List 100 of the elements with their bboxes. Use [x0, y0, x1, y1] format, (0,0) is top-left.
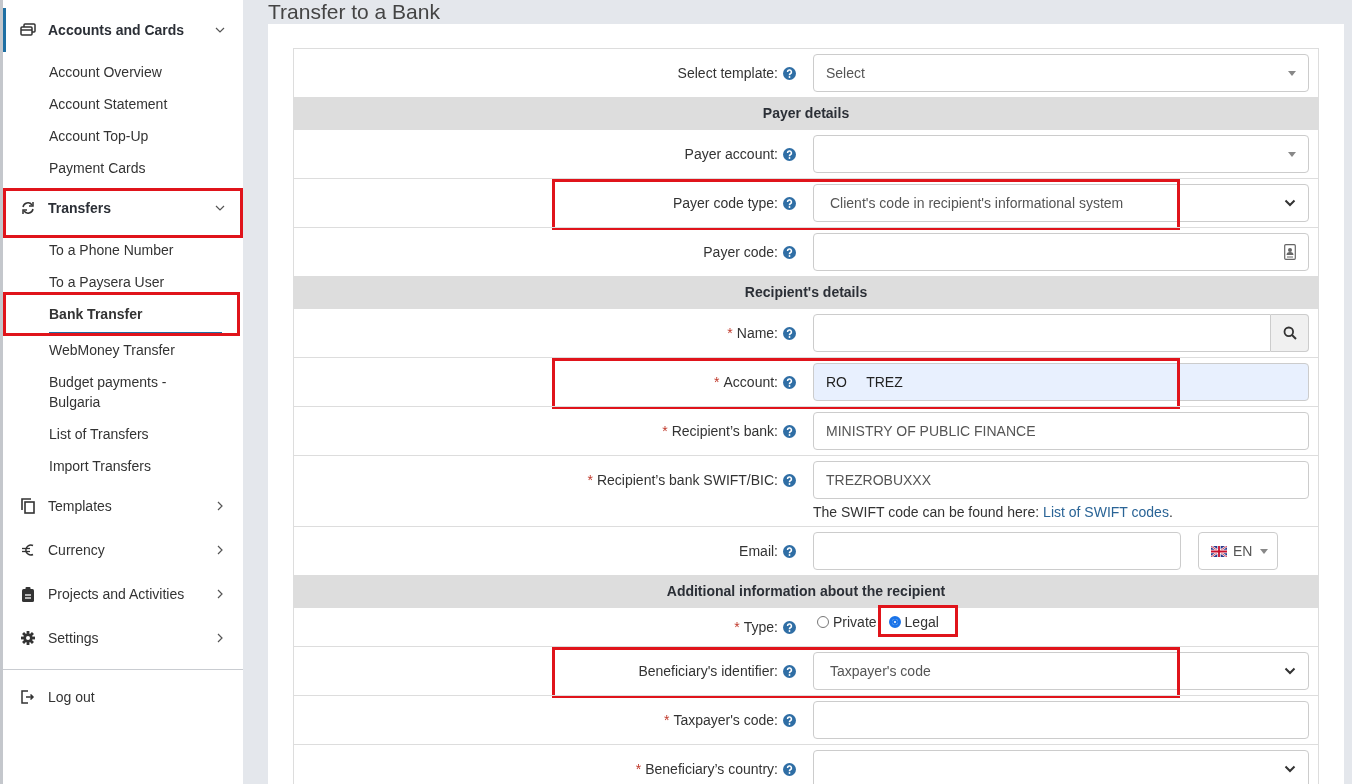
- chevron-down-icon: [1284, 199, 1296, 207]
- help-icon: [783, 620, 796, 634]
- search-button[interactable]: [1271, 314, 1309, 352]
- sidebar-subitem[interactable]: WebMoney Transfer: [3, 334, 243, 366]
- language-select[interactable]: EN: [1198, 532, 1278, 570]
- help-text: The SWIFT code can be found here: List of SWIFT codes.: [813, 503, 1174, 521]
- swift-codes-link[interactable]: List of SWIFT codes: [1043, 504, 1169, 520]
- sidebar-item-label: Currency: [48, 542, 106, 558]
- flag-icon: [1211, 545, 1227, 557]
- input-field[interactable]: MINISTRY OF PUBLIC FINANCE: [813, 412, 1309, 450]
- field-label: Beneficiary’s country:: [645, 761, 778, 777]
- caret-icon: [1288, 151, 1296, 157]
- settings-icon: [21, 631, 35, 645]
- select-field[interactable]: Client's code in recipient's informational system: [813, 184, 1309, 222]
- required-mark: *: [587, 472, 593, 488]
- sidebar-subitem[interactable]: Account Top-Up: [3, 120, 243, 152]
- help-icon: [783, 713, 796, 727]
- caret-icon: [1288, 70, 1296, 76]
- input-field[interactable]: [813, 532, 1181, 570]
- help-icon: [783, 762, 796, 776]
- required-mark: *: [662, 423, 668, 439]
- chevron-down-icon: [1284, 667, 1296, 675]
- field-label: Payer code type:: [672, 195, 778, 211]
- help-icon: [783, 66, 796, 80]
- select-field[interactable]: Select: [813, 54, 1309, 92]
- sidebar-item-label: Accounts and Cards: [48, 22, 186, 38]
- copy-icon: [21, 498, 35, 514]
- help-icon: [783, 424, 796, 438]
- input-field[interactable]: RO TREZ: [813, 363, 1309, 401]
- sidebar-subitem[interactable]: Import Transfers: [3, 450, 243, 482]
- radio-label: Private: [833, 614, 877, 630]
- field-label: Type:: [743, 619, 778, 635]
- help-icon: [783, 375, 796, 389]
- field-label: Taxpayer's code:: [673, 712, 778, 728]
- radio-button[interactable]: [817, 616, 829, 628]
- sidebar-item-label: Settings: [48, 630, 100, 646]
- required-mark: *: [734, 619, 740, 635]
- sidebar-item-label: Transfers: [48, 200, 113, 216]
- field-label: Payer code:: [703, 244, 778, 260]
- sidebar-item[interactable]: Accounts and Cards: [3, 8, 243, 52]
- field-label: Payer account:: [684, 146, 778, 162]
- help-icon: [783, 326, 796, 340]
- section-header: Payer details: [294, 97, 1318, 129]
- chevron-right-icon: [217, 589, 223, 599]
- radio-button[interactable]: [888, 616, 901, 628]
- field-label: Recipient’s bank:: [671, 423, 778, 439]
- required-mark: *: [727, 325, 733, 341]
- field-label: Select template:: [677, 65, 778, 81]
- help-icon: [783, 245, 796, 259]
- sidebar-item[interactable]: Templates: [3, 484, 243, 528]
- cards-icon: [20, 23, 36, 37]
- help-icon: [783, 544, 796, 558]
- radio-label: Legal: [904, 614, 939, 630]
- sidebar-subitem[interactable]: Payment Cards: [3, 152, 243, 184]
- sidebar-item[interactable]: Currency: [3, 528, 243, 572]
- chevron-down-icon: [215, 205, 225, 211]
- select-field[interactable]: [813, 135, 1309, 173]
- chevron-down-icon: [1284, 765, 1296, 773]
- field-label: Beneficiary's identifier:: [638, 663, 778, 679]
- field-label: Account:: [723, 374, 778, 390]
- sidebar-subitem[interactable]: Account Overview: [3, 56, 243, 88]
- field-label: Recipient’s bank SWIFT/BIC:: [596, 472, 778, 488]
- select-field[interactable]: Taxpayer's code: [813, 652, 1309, 690]
- refresh-icon: [21, 201, 35, 215]
- caret-icon: [1260, 548, 1269, 554]
- sidebar-item[interactable]: Projects and Activities: [3, 572, 243, 616]
- field-label: Name:: [736, 325, 778, 341]
- contact-card-icon: [1284, 244, 1296, 260]
- sidebar-subitem[interactable]: To a Paysera User: [3, 266, 243, 298]
- input-field[interactable]: TREZROBUXXX: [813, 461, 1309, 499]
- field-label: Email:: [739, 543, 778, 559]
- logout-item[interactable]: Log out: [3, 675, 243, 719]
- select-field[interactable]: [813, 750, 1309, 784]
- help-icon: [783, 473, 796, 487]
- sidebar-item-label: Log out: [48, 689, 96, 705]
- required-mark: *: [635, 761, 642, 777]
- sidebar-item-label: Projects and Activities: [48, 586, 186, 602]
- help-icon: [783, 196, 796, 210]
- chevron-right-icon: [217, 545, 223, 555]
- chevron-right-icon: [217, 501, 223, 511]
- chevron-down-icon: [215, 27, 225, 33]
- sidebar-subitem[interactable]: Account Statement: [3, 88, 243, 120]
- input-field[interactable]: [813, 314, 1271, 352]
- sidebar-subitem[interactable]: To a Phone Number: [3, 234, 243, 266]
- clipboard-icon: [22, 586, 34, 602]
- euro-icon: [21, 543, 35, 557]
- search-icon: [1282, 326, 1297, 340]
- page-title: Transfer to a Bank: [268, 0, 441, 24]
- input-field[interactable]: [813, 233, 1309, 271]
- input-field[interactable]: [813, 701, 1309, 739]
- sidebar-item-label: Templates: [48, 498, 113, 514]
- section-header: Recipient's details: [294, 276, 1318, 308]
- sidebar-item[interactable]: Settings: [3, 616, 243, 660]
- help-icon: [783, 664, 796, 678]
- sidebar-subitem[interactable]: List of Transfers: [3, 418, 243, 450]
- section-header: Additional information about the recipient: [294, 575, 1318, 607]
- required-mark: *: [663, 712, 670, 728]
- required-mark: *: [714, 374, 720, 390]
- sidebar-subitem[interactable]: Budget payments - Bulgaria: [3, 366, 243, 418]
- sidebar-item[interactable]: Transfers: [3, 186, 243, 230]
